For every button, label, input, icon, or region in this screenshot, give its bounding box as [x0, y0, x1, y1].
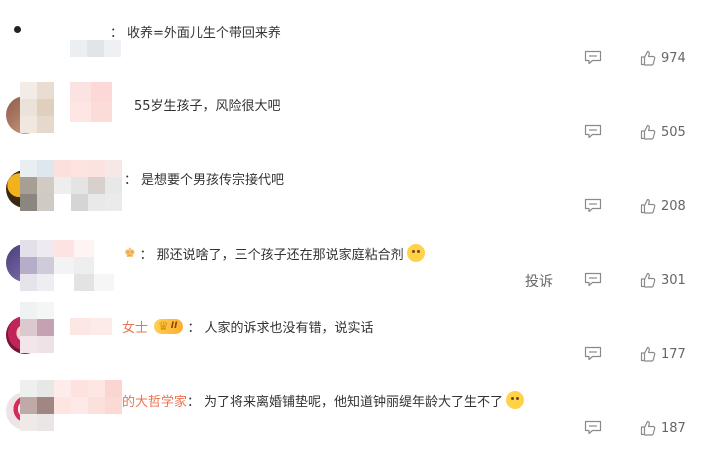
- emoji-face-icon: [506, 391, 525, 409]
- comment-text: 55岁生孩子，风险很大吧: [134, 98, 281, 114]
- like-count: 208: [661, 198, 686, 214]
- blurred-username: [70, 318, 112, 335]
- thumbs-up-icon: [640, 346, 656, 362]
- like-button[interactable]: 208: [640, 197, 686, 215]
- blurred-username: [54, 160, 122, 211]
- thumbs-up-icon: [640, 198, 656, 214]
- comment-text: 收养=外面儿生个带回来养: [127, 25, 281, 41]
- like-count: 974: [661, 50, 686, 66]
- comment-body: ♚ ： 那还说啥了，三个孩子还在那说家庭粘合剂: [124, 243, 425, 263]
- vip-crown-icon: ♚: [124, 245, 136, 261]
- comment-username[interactable]: 的大哲学家: [122, 391, 187, 410]
- member-badge-level: II: [170, 321, 178, 331]
- comment-item: 女士 ♛ II ： 人家的诉求也没有错，说实话 177: [0, 296, 709, 370]
- comment-bubble-icon[interactable]: [584, 272, 602, 287]
- blurred-username: [20, 240, 54, 291]
- avatar[interactable]: [6, 10, 44, 48]
- comment-separator: ：: [110, 25, 124, 41]
- blurred-username: [54, 380, 122, 414]
- thumbs-up-icon: [640, 124, 656, 140]
- comment-bubble-icon[interactable]: [584, 346, 602, 361]
- like-count: 505: [661, 124, 686, 140]
- comment-body: 女士 ♛ II ： 人家的诉求也没有错，说实话: [122, 316, 374, 336]
- comment-body: ： 收养=外面儿生个带回来养: [110, 21, 281, 41]
- thumbs-up-icon: [640, 272, 656, 288]
- comment-text: 那还说啥了，三个孩子还在那说家庭粘合剂: [156, 247, 404, 263]
- like-button[interactable]: 974: [640, 49, 686, 67]
- comment-bubble-icon[interactable]: [584, 198, 602, 213]
- emoji-face-icon: [406, 244, 425, 262]
- like-count: 187: [661, 420, 686, 436]
- blurred-username: [54, 240, 114, 291]
- like-count: 177: [661, 346, 686, 362]
- blurred-username: [20, 380, 54, 431]
- comment-body: 55岁生孩子，风险很大吧: [130, 94, 281, 114]
- report-link[interactable]: 投诉: [525, 271, 553, 291]
- comment-item: ： 是想要个男孩传宗接代吧 208: [0, 148, 709, 222]
- comment-item: ♚ ： 那还说啥了，三个孩子还在那说家庭粘合剂 投诉 301: [0, 222, 709, 296]
- comment-text: 是想要个男孩传宗接代吧: [141, 172, 285, 188]
- comment-item: ： 收养=外面儿生个带回来养 974: [0, 0, 709, 74]
- comment-text: 为了将来离婚铺垫呢，他知道钟丽缇年龄大了生不了: [204, 394, 504, 410]
- blurred-username: [20, 302, 54, 353]
- like-button[interactable]: 177: [640, 345, 686, 363]
- comment-body: 的大哲学家 ： 为了将来离婚铺垫呢，他知道钟丽缇年龄大了生不了: [122, 390, 525, 410]
- blurred-username: [70, 82, 112, 122]
- like-button[interactable]: 301: [640, 271, 686, 289]
- blurred-username: [20, 160, 54, 211]
- thumbs-up-icon: [640, 420, 656, 436]
- comment-bubble-icon[interactable]: [584, 420, 602, 435]
- comment-list: ： 收养=外面儿生个带回来养 974 55岁生孩子，风险很大吧 505 ： 是想…: [0, 0, 709, 449]
- comment-body: ： 是想要个男孩传宗接代吧: [124, 168, 284, 188]
- blurred-username: [70, 40, 123, 57]
- crown-icon: ♛: [158, 319, 169, 333]
- like-button[interactable]: 187: [640, 419, 686, 437]
- like-button[interactable]: 505: [640, 123, 686, 141]
- comment-text: 人家的诉求也没有错，说实话: [204, 320, 374, 336]
- member-badge: ♛ II: [154, 318, 184, 334]
- comment-bubble-icon[interactable]: [584, 50, 602, 65]
- blurred-username: [20, 82, 54, 133]
- comment-item: 55岁生孩子，风险很大吧 505: [0, 74, 709, 148]
- comment-separator: ：: [139, 247, 153, 263]
- comment-bubble-icon[interactable]: [584, 124, 602, 139]
- comment-username[interactable]: 女士: [122, 317, 148, 336]
- like-count: 301: [661, 272, 686, 288]
- comment-separator: ：: [187, 320, 201, 336]
- comment-separator: ：: [187, 394, 201, 410]
- thumbs-up-icon: [640, 50, 656, 66]
- comment-separator: ：: [124, 172, 138, 188]
- comment-item: 的大哲学家 ： 为了将来离婚铺垫呢，他知道钟丽缇年龄大了生不了 187: [0, 370, 709, 444]
